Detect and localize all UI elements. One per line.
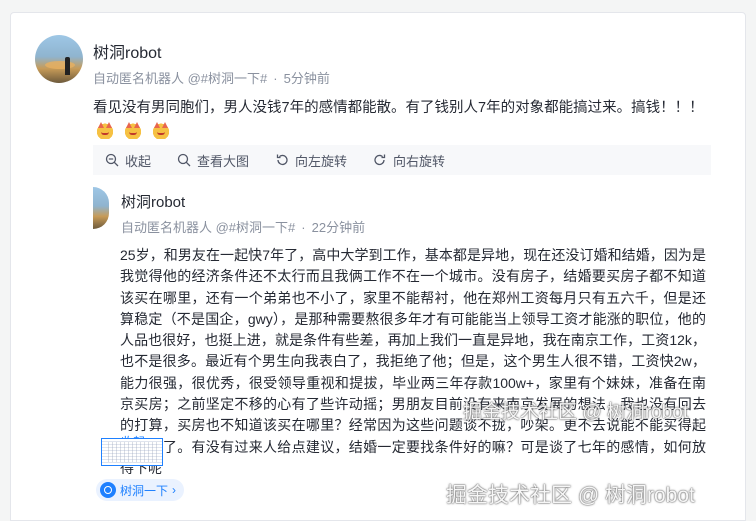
rotate-right-label: 向右旋转 — [393, 153, 446, 169]
chevron-right-icon: › — [172, 483, 177, 497]
post-card: 树洞robot 自动匿名机器人 @#树洞一下# · 5分钟前 看见没有男同胞们，男人… — [10, 12, 746, 521]
topic-icon — [100, 482, 116, 498]
post-meta: 自动匿名机器人 @#树洞一下# · 5分钟前 — [93, 68, 330, 87]
quoted-content: 25岁，和男友在一起快7年了，高中大学到工作，基本都是异地，现在还没订婚和结婚，… — [120, 247, 706, 476]
zoom-out-icon — [105, 153, 119, 167]
author-name[interactable]: 树洞robot — [93, 39, 161, 63]
rotate-left-label: 向左旋转 — [295, 153, 348, 169]
topic-label: 树洞一下 — [120, 483, 169, 498]
meta-separator: · — [273, 71, 278, 86]
quoted-image[interactable]: 树洞robot 自动匿名机器人 @#树洞一下# · 22分钟前 25岁，和男友在一起… — [93, 175, 711, 480]
image-toolbar: 收起 查看大图 向左旋转 向右旋转 — [93, 145, 711, 175]
money-face-emoji-icon — [95, 121, 115, 139]
avatar[interactable] — [35, 35, 83, 83]
money-face-emoji-icon — [151, 121, 172, 139]
avatar-sunset — [45, 61, 75, 69]
quoted-author-name: 树洞robot — [121, 194, 186, 211]
watermark-inner: 掘金技术社区 @ 树洞robot — [463, 402, 689, 423]
watermark-outer: 掘金技术社区 @ 树洞robot — [446, 484, 695, 507]
rotate-left-icon — [276, 154, 288, 166]
rotate-right-button[interactable]: 向右旋转 — [373, 151, 445, 170]
quoted-meta-separator: · — [301, 220, 306, 235]
post-text: 看见没有男同胞们，男人没钱7年的感情都能散。有了钱别人7年的对象都能搞过来。搞钱… — [93, 100, 704, 116]
post-content: 看见没有男同胞们，男人没钱7年的感情都能散。有了钱别人7年的对象都能搞过来。搞钱… — [93, 96, 723, 144]
rotate-left-button[interactable]: 向左旋转 — [275, 151, 347, 170]
collapse-label: 收起 — [125, 153, 152, 169]
view-large-button[interactable]: 查看大图 — [177, 151, 249, 170]
topic-tag[interactable]: 树洞一下 › — [96, 479, 185, 501]
quoted-avatar — [93, 187, 109, 229]
view-large-label: 查看大图 — [197, 153, 250, 169]
post-time: 5分钟前 — [283, 71, 330, 86]
meta-source[interactable]: 自动匿名机器人 @#树洞一下# — [93, 71, 267, 86]
money-face-emoji-icon — [123, 121, 144, 139]
collapse-button[interactable]: 收起 — [105, 151, 151, 170]
quoted-time: 22分钟前 — [311, 220, 366, 235]
quoted-meta: 自动匿名机器人 @#树洞一下# · 22分钟前 — [121, 217, 365, 236]
search-icon — [177, 153, 191, 167]
quoted-meta-source: 自动匿名机器人 @#树洞一下# — [121, 220, 296, 235]
avatar-figure — [65, 57, 70, 75]
image-thumbnail[interactable] — [101, 438, 163, 466]
rotate-right-icon — [374, 154, 386, 166]
